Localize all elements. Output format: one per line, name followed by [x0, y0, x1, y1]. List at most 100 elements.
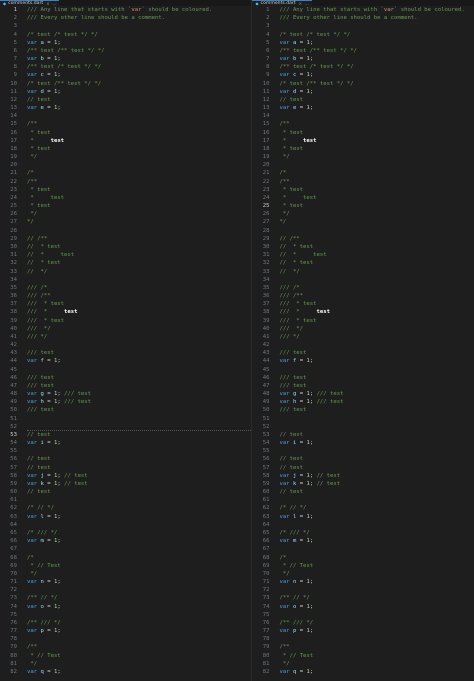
code-line[interactable]: 12 // test [252, 96, 474, 104]
code-line[interactable]: 17 * test [252, 137, 474, 145]
code-line[interactable]: 27 */ [252, 218, 474, 226]
code-line[interactable]: 65 /* /// */ [252, 529, 474, 537]
code-line[interactable]: 45 [252, 366, 474, 374]
code-line[interactable]: 41 /// */ [252, 333, 474, 341]
code-line[interactable]: 36 /// /** [252, 292, 474, 300]
code-line[interactable]: 50 /// test [0, 406, 251, 414]
code-line[interactable]: 64 [252, 521, 474, 529]
code-line[interactable]: 1 /// Any line that starts with `var` sho… [252, 6, 474, 14]
code-line[interactable]: 63 var l = 1; [252, 513, 474, 521]
code-line[interactable]: 29 // /** [0, 235, 251, 243]
code-line[interactable]: 43 /// test [252, 349, 474, 357]
code-line[interactable]: 36 /// /** [0, 292, 251, 300]
code-line[interactable]: 31 // * test [252, 251, 474, 259]
code-line[interactable]: 76 /** /// */ [0, 619, 251, 627]
code-line[interactable]: 40 /// */ [252, 325, 474, 333]
code-line[interactable]: 30 // * test [252, 243, 474, 251]
code-line[interactable]: 33 // */ [252, 268, 474, 276]
code-line[interactable]: 53 // test [0, 431, 251, 439]
code-line[interactable]: 20 [0, 161, 251, 169]
code-line[interactable]: 69 * // Test [0, 562, 251, 570]
code-line[interactable]: 58 var j = 1; // test [0, 472, 251, 480]
code-line[interactable]: 26 */ [252, 210, 474, 218]
code-line[interactable]: 37 /// * test [0, 300, 251, 308]
code-line[interactable]: 51 [252, 415, 474, 423]
code-line[interactable]: 7 var b = 1; [0, 55, 251, 63]
code-line[interactable]: 49 var h = 1; /// test [0, 398, 251, 406]
code-line[interactable]: 52 [252, 423, 474, 431]
code-line[interactable]: 54 var i = 1; [0, 439, 251, 447]
code-line[interactable]: 70 */ [252, 570, 474, 578]
code-line[interactable]: 29 // /** [252, 235, 474, 243]
code-line[interactable]: 55 [252, 447, 474, 455]
code-line[interactable]: 59 var k = 1; // test [0, 480, 251, 488]
code-line[interactable]: 17 * test [0, 137, 251, 145]
code-line[interactable]: 44 var f = 1; [252, 357, 474, 365]
code-line[interactable]: 48 var g = 1; /// test [252, 390, 474, 398]
code-line[interactable]: 82 var q = 1; [252, 668, 474, 676]
code-line[interactable]: 23 * test [0, 186, 251, 194]
code-line[interactable]: 4 /* test /* test */ */ [0, 31, 251, 39]
code-line[interactable]: 72 [0, 586, 251, 594]
code-line[interactable]: 68 /* [0, 554, 251, 562]
code-line[interactable]: 66 var m = 1; [0, 537, 251, 545]
code-line[interactable]: 18 * test [0, 145, 251, 153]
code-line[interactable]: 72 [252, 586, 474, 594]
code-line[interactable]: 23 * test [252, 186, 474, 194]
code-line[interactable]: 16 * test [0, 129, 251, 137]
code-line[interactable]: 34 [252, 276, 474, 284]
code-line[interactable]: 61 [0, 496, 251, 504]
code-line[interactable]: 52 [0, 423, 252, 431]
code-line[interactable]: 56 // test [0, 455, 251, 463]
code-line[interactable]: 62 /* // */ [252, 504, 474, 512]
code-line[interactable]: 79 /** [0, 643, 251, 651]
code-line[interactable]: 79 /** [252, 643, 474, 651]
code-line[interactable]: 75 [0, 611, 251, 619]
code-line[interactable]: 32 // * test [252, 259, 474, 267]
code-line[interactable]: 77 var p = 1; [252, 627, 474, 635]
code-line[interactable]: 38 /// * test [0, 308, 251, 316]
code-line[interactable]: 42 [252, 341, 474, 349]
code-line[interactable]: 67 [252, 545, 474, 553]
code-line[interactable]: 30 // * test [0, 243, 251, 251]
code-line[interactable]: 60 // test [0, 488, 251, 496]
code-line[interactable]: 2 /// Every other line should be a commen… [252, 14, 474, 22]
code-line[interactable]: 8 /** test /* test */ */ [252, 63, 474, 71]
code-line[interactable]: 78 [252, 635, 474, 643]
code-line[interactable]: 19 */ [252, 153, 474, 161]
code-line[interactable]: 19 */ [0, 153, 251, 161]
code-line[interactable]: 53 // test [252, 431, 474, 439]
code-line[interactable]: 22 /** [0, 178, 251, 186]
code-line[interactable]: 71 var n = 1; [0, 578, 251, 586]
code-line[interactable]: 20 [252, 161, 474, 169]
code-line[interactable]: 50 /// test [252, 406, 474, 414]
code-line[interactable]: 4 /* test /* test */ */ [252, 31, 474, 39]
code-line[interactable]: 70 */ [0, 570, 251, 578]
code-line[interactable]: 39 /// * test [252, 317, 474, 325]
code-line[interactable]: 47 /// test [0, 382, 251, 390]
code-line[interactable]: 39 /// * test [0, 317, 251, 325]
code-line[interactable]: 63 var l = 1; [0, 513, 251, 521]
code-line[interactable]: 42 [0, 341, 251, 349]
code-line[interactable]: 35 /// /* [0, 284, 251, 292]
code-line[interactable]: 11 var d = 1; [0, 88, 251, 96]
code-line[interactable]: 64 [0, 521, 251, 529]
code-line[interactable]: 6 /** test /** test */ */ [0, 47, 251, 55]
code-line[interactable]: 38 /// * test [252, 308, 474, 316]
code-line[interactable]: 43 /// test [0, 349, 251, 357]
code-line[interactable]: 5 var a = 1; [0, 39, 251, 47]
code-line[interactable]: 24 * test [252, 194, 474, 202]
code-line[interactable]: 1 /// Any line that starts with `var` sho… [0, 6, 251, 14]
code-line[interactable]: 73 /** // */ [252, 594, 474, 602]
code-line[interactable]: 13 var e = 1; [252, 104, 474, 112]
code-line[interactable]: 2 /// Every other line should be a commen… [0, 14, 251, 22]
code-line[interactable]: 71 var n = 1; [252, 578, 474, 586]
code-line[interactable]: 55 [0, 447, 251, 455]
code-line[interactable]: 58 var j = 1; // test [252, 472, 474, 480]
code-line[interactable]: 16 * test [252, 129, 474, 137]
code-line[interactable]: 82 var q = 1; [0, 668, 251, 676]
code-line[interactable]: 12 // test [0, 96, 251, 104]
code-line[interactable]: 10 /* test /** test */ */ [0, 80, 251, 88]
code-line[interactable]: 24 * test [0, 194, 251, 202]
code-line[interactable]: 73 /** // */ [0, 594, 251, 602]
